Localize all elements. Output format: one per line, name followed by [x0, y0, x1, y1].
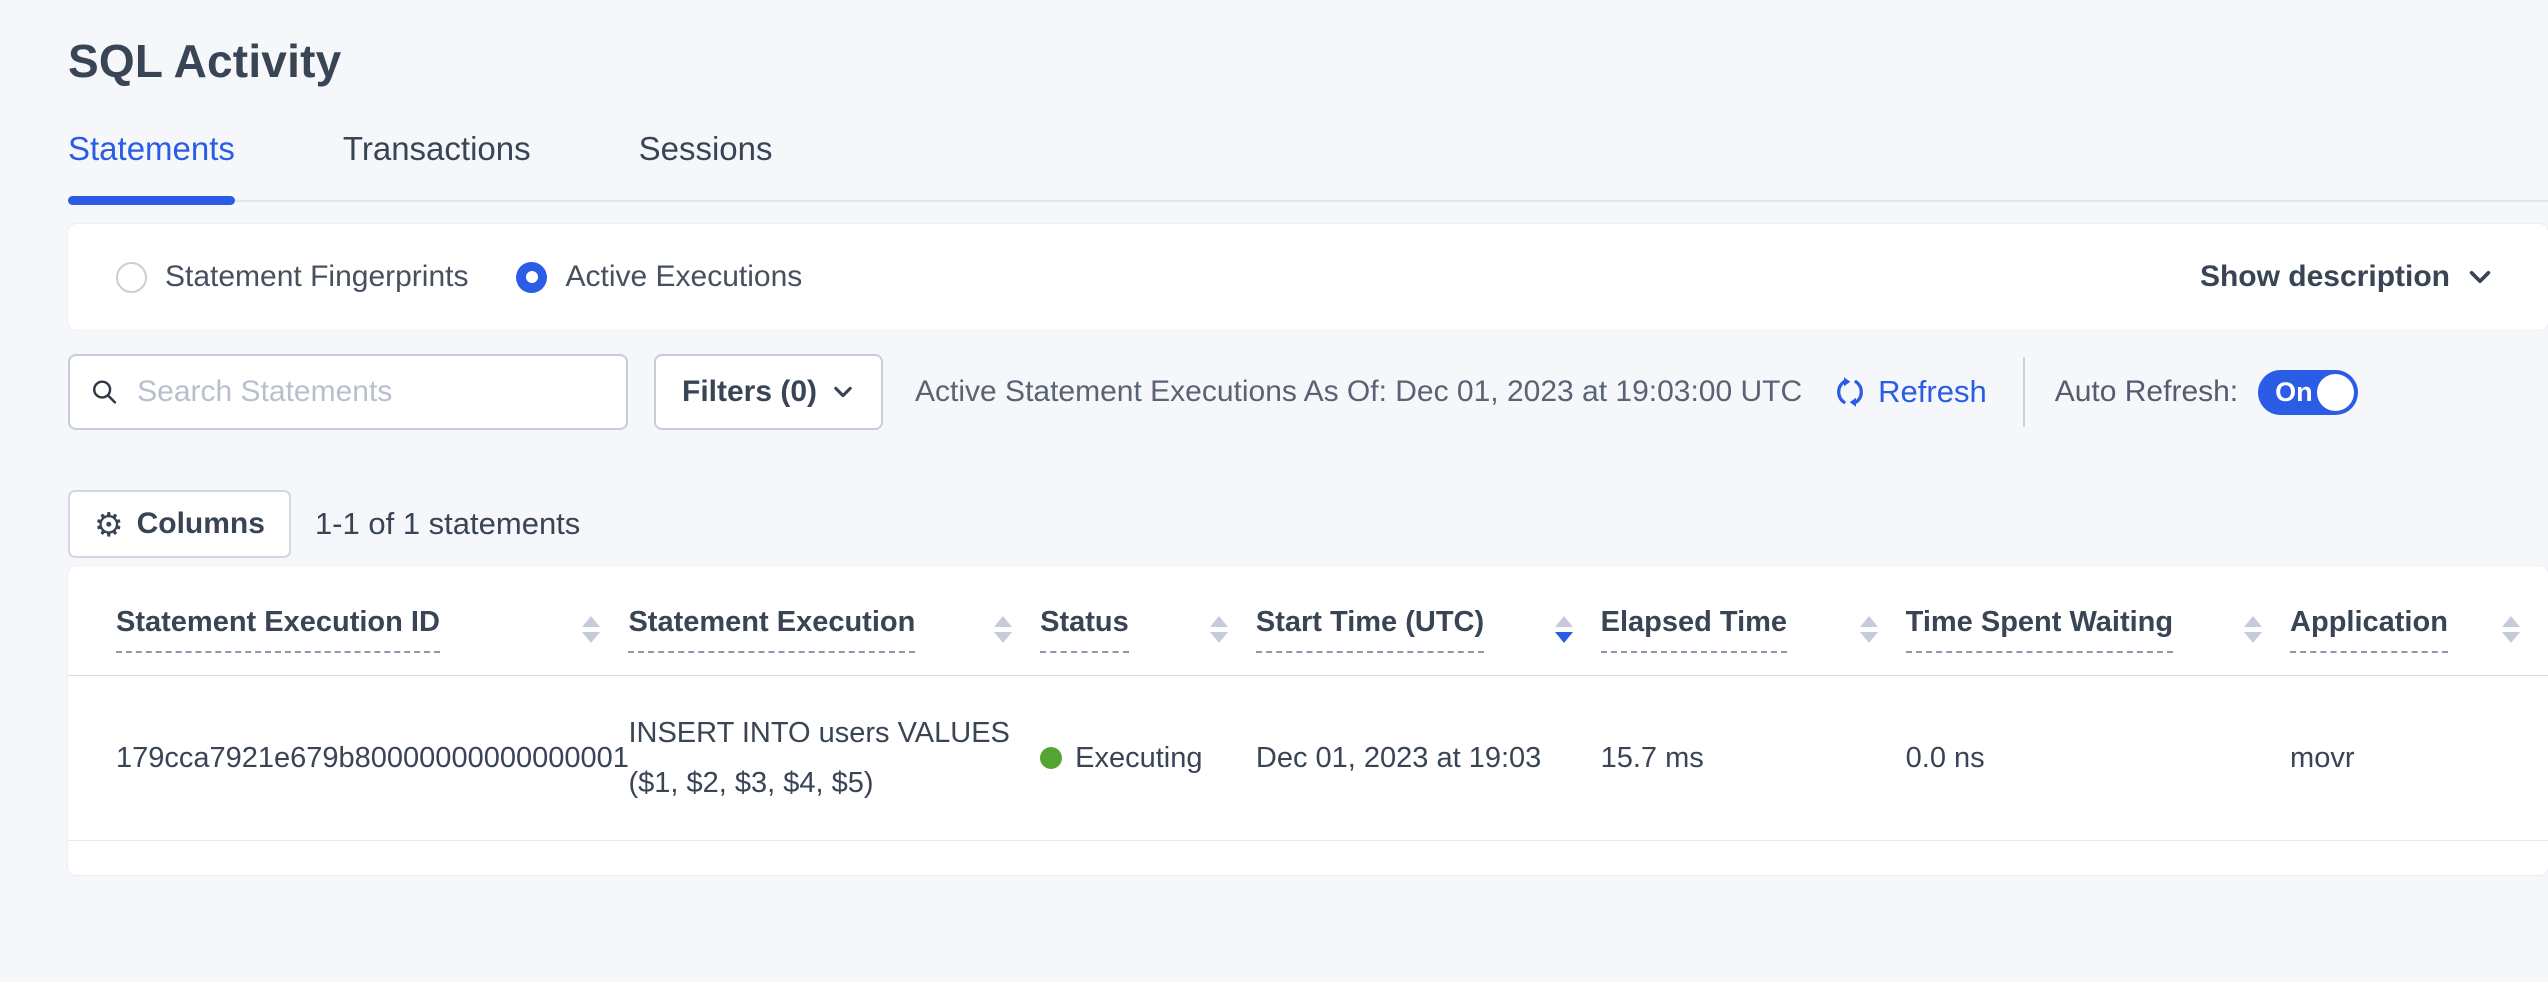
status-label: Executing — [1075, 733, 1202, 783]
column-header-status[interactable]: Status — [1040, 566, 1256, 676]
sort-arrows-icon[interactable] — [582, 616, 600, 643]
table-row: 179cca7921e679b80000000000000001 INSERT … — [68, 676, 2548, 841]
sort-arrows-icon[interactable] — [1555, 616, 1573, 643]
refresh-button-label: Refresh — [1878, 374, 1987, 410]
cell-start-time: Dec 01, 2023 at 19:03 — [1256, 676, 1601, 841]
search-icon — [90, 376, 119, 408]
radio-label: Statement Fingerprints — [165, 260, 468, 294]
cell-execution-id: 179cca7921e679b80000000000000001 — [68, 676, 628, 841]
radio-statement-fingerprints[interactable]: Statement Fingerprints — [116, 260, 468, 294]
sort-arrows-icon[interactable] — [2502, 616, 2520, 643]
column-header-statement-execution-id[interactable]: Statement Execution ID — [68, 566, 628, 676]
cell-application: movr — [2290, 676, 2548, 841]
view-mode-card: Statement Fingerprints Active Executions… — [68, 224, 2548, 330]
sort-arrows-icon[interactable] — [994, 616, 1012, 643]
status-dot-icon — [1040, 747, 1062, 769]
as-of-timestamp-text: Active Statement Executions As Of: Dec 0… — [915, 375, 1802, 409]
page-title: SQL Activity — [68, 0, 2548, 88]
sort-arrows-icon[interactable] — [2244, 616, 2262, 643]
toggle-knob[interactable] — [2317, 374, 2354, 411]
columns-row: ⚙ Columns 1-1 of 1 statements — [68, 490, 2548, 558]
radio-label: Active Executions — [565, 260, 802, 294]
tab-transactions[interactable]: Transactions — [343, 130, 531, 200]
filters-button[interactable]: Filters (0) — [654, 354, 883, 430]
refresh-icon — [1832, 374, 1868, 410]
statements-table: Statement Execution ID Statement Executi… — [68, 566, 2548, 841]
sort-arrows-icon[interactable] — [1860, 616, 1878, 643]
columns-button-label: Columns — [137, 507, 265, 541]
column-header-time-spent-waiting[interactable]: Time Spent Waiting — [1906, 566, 2290, 676]
gear-icon: ⚙ — [94, 508, 124, 541]
search-box[interactable] — [68, 354, 628, 430]
column-header-application[interactable]: Application — [2290, 566, 2548, 676]
auto-refresh-toggle[interactable]: On — [2258, 370, 2358, 415]
statements-table-card: Statement Execution ID Statement Executi… — [68, 566, 2548, 875]
chevron-down-icon — [2466, 263, 2494, 291]
radio-unselected-icon[interactable] — [116, 262, 147, 293]
show-description-toggle[interactable]: Show description — [2200, 260, 2494, 294]
radio-active-executions[interactable]: Active Executions — [516, 260, 802, 294]
view-mode-radio-group: Statement Fingerprints Active Executions — [116, 260, 802, 294]
cell-statement: INSERT INTO users VALUES ($1, $2, $3, $4… — [628, 676, 1040, 841]
column-header-elapsed-time[interactable]: Elapsed Time — [1601, 566, 1906, 676]
columns-button[interactable]: ⚙ Columns — [68, 490, 291, 558]
vertical-divider — [2023, 357, 2025, 427]
search-input[interactable] — [135, 374, 606, 410]
sort-arrows-icon[interactable] — [1210, 616, 1228, 643]
refresh-button[interactable]: Refresh — [1826, 373, 1993, 411]
column-header-statement-execution[interactable]: Statement Execution — [628, 566, 1040, 676]
tab-sessions[interactable]: Sessions — [639, 130, 773, 200]
table-header-row: Statement Execution ID Statement Executi… — [68, 566, 2548, 676]
cell-elapsed-time: 15.7 ms — [1601, 676, 1906, 841]
controls-row: Filters (0) Active Statement Executions … — [68, 354, 2548, 430]
auto-refresh-state: On — [2275, 377, 2313, 408]
cell-status: Executing — [1040, 676, 1256, 841]
column-header-start-time[interactable]: Start Time (UTC) — [1256, 566, 1601, 676]
chevron-down-icon — [831, 380, 855, 404]
tab-statements[interactable]: Statements — [68, 130, 235, 200]
cell-time-spent-waiting: 0.0 ns — [1906, 676, 2290, 841]
show-description-label: Show description — [2200, 260, 2450, 294]
tab-bar: Statements Transactions Sessions — [68, 130, 2548, 202]
radio-selected-icon[interactable] — [516, 262, 547, 293]
sql-activity-page: SQL Activity Statements Transactions Ses… — [0, 0, 2548, 875]
filters-button-label: Filters (0) — [682, 375, 817, 409]
auto-refresh-label: Auto Refresh: — [2055, 375, 2238, 409]
result-count-text: 1-1 of 1 statements — [315, 506, 580, 542]
